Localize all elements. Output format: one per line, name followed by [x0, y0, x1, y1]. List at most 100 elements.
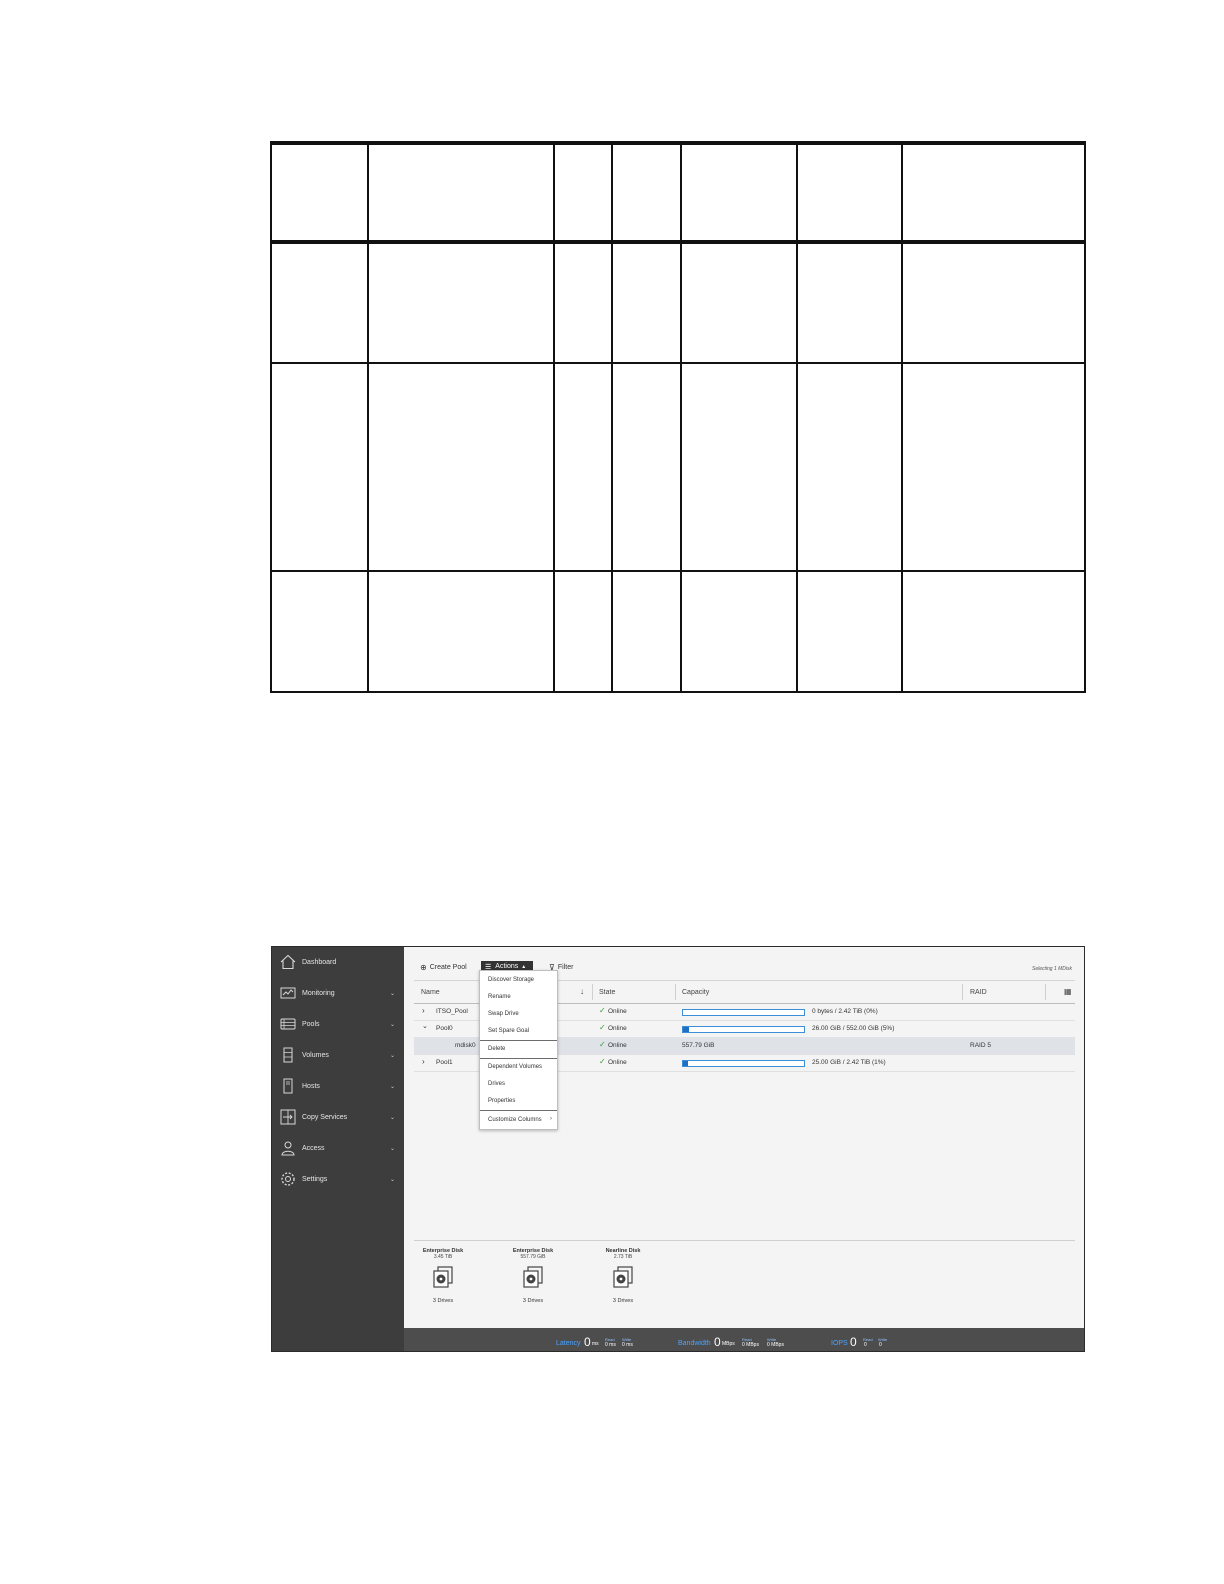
table-cell: [553, 362, 613, 572]
filter-label: Filter: [557, 963, 574, 971]
sidebar: Dashboard Monitoring ⌄ Pools ⌄ Volumes ⌄: [272, 947, 404, 1351]
chevron-right-icon[interactable]: ›: [422, 1057, 425, 1066]
table-cell: [680, 570, 798, 693]
chevron-down-icon[interactable]: ⌄: [390, 1114, 395, 1121]
table-cell: [553, 570, 613, 693]
row-state: Online: [608, 1042, 627, 1049]
table-cell: [367, 241, 555, 364]
menu-item-customize-columns[interactable]: Customize Columns: [488, 1117, 542, 1123]
table-cell: [796, 362, 903, 572]
selection-status: Selecting 1 MDisk: [1031, 966, 1072, 972]
disk-drive-icon: [523, 1266, 543, 1288]
row-state: Online: [608, 1008, 627, 1015]
latency-unit: ms: [592, 1341, 599, 1347]
sidebar-item-dashboard[interactable]: Dashboard: [272, 949, 404, 975]
capacity-bar: [682, 1060, 805, 1067]
latency-read: 0 ms: [605, 1342, 616, 1348]
sidebar-item-label: Volumes: [302, 1051, 329, 1059]
create-pool-button[interactable]: ⊕ Create Pool: [420, 961, 467, 973]
column-header-state[interactable]: State: [599, 989, 615, 996]
volumes-icon: [279, 1046, 297, 1064]
bandwidth-label[interactable]: Bandwidth: [678, 1340, 711, 1347]
create-pool-label: Create Pool: [429, 963, 467, 971]
iops-value: 0: [850, 1335, 857, 1349]
table-cell: [367, 362, 555, 572]
sidebar-item-monitoring[interactable]: Monitoring ⌄: [272, 980, 404, 1006]
column-divider: [1045, 984, 1046, 1000]
table-cell: [611, 241, 682, 364]
sidebar-item-hosts[interactable]: Hosts ⌄: [272, 1073, 404, 1099]
tier-capacity: 3.45 TiB: [433, 1254, 453, 1260]
capacity-bar: [682, 1026, 805, 1033]
actions-label: Actions: [495, 963, 519, 970]
capacity-bar-fill: [683, 1061, 688, 1066]
row-capacity: 25.00 GiB / 2.42 TiB (1%): [812, 1059, 886, 1066]
menu-item-dependent-volumes[interactable]: Dependent Volumes: [488, 1064, 542, 1070]
pools-icon: [279, 1015, 297, 1033]
table-cell: [270, 570, 369, 693]
chevron-down-icon[interactable]: ⌄: [390, 1145, 395, 1152]
check-icon: ✓: [599, 1023, 606, 1032]
row-name: ITSO_Pool: [436, 1008, 468, 1015]
sidebar-item-settings[interactable]: Settings ⌄: [272, 1166, 404, 1192]
menu-item-rename[interactable]: Rename: [488, 994, 511, 1000]
table-cell: [796, 570, 903, 693]
copy-services-icon: [279, 1108, 297, 1126]
tier-card[interactable]: Enterprise Disk 557.79 GiB 3 Drives: [503, 1248, 563, 1304]
row-state: Online: [608, 1025, 627, 1032]
sidebar-item-pools[interactable]: Pools ⌄: [272, 1011, 404, 1037]
chevron-down-icon[interactable]: ⌄: [390, 990, 395, 997]
chevron-right-icon: ›: [550, 1116, 552, 1122]
chevron-down-icon[interactable]: ⌄: [390, 1021, 395, 1028]
menu-item-set-spare-goal[interactable]: Set Spare Goal: [488, 1028, 529, 1034]
table-header-cell: [270, 141, 369, 244]
chevron-down-icon[interactable]: ⌄: [390, 1052, 395, 1059]
sort-down-icon[interactable]: ↓: [580, 987, 584, 996]
tier-card[interactable]: Nearline Disk 2.73 TiB 3 Drives: [593, 1248, 653, 1304]
table-cell: [553, 241, 613, 364]
table-row: [270, 362, 1086, 572]
row-name: Pool1: [436, 1059, 453, 1066]
column-settings-icon[interactable]: ▦: [1064, 987, 1072, 996]
menu-item-drives[interactable]: Drives: [488, 1081, 505, 1087]
sidebar-item-label: Monitoring: [302, 989, 335, 997]
menu-item-delete[interactable]: Delete: [488, 1046, 505, 1052]
tier-drive-count: 3 Drives: [432, 1298, 454, 1304]
column-header-name[interactable]: Name: [421, 989, 440, 996]
tiers-divider: [414, 1240, 1075, 1241]
performance-status-bar: Latency 0 ms Read 0 ms Write 0 ms Bandwi…: [404, 1328, 1084, 1351]
row-raid: RAID 5: [970, 1042, 991, 1049]
tier-capacity: 2.73 TiB: [613, 1254, 633, 1260]
table-cell: [901, 241, 1086, 364]
hosts-icon: [279, 1077, 297, 1095]
chevron-down-icon[interactable]: ⌄: [390, 1083, 395, 1090]
iops-label[interactable]: IOPS: [831, 1340, 848, 1347]
table-cell: [680, 241, 798, 364]
tier-drive-count: 3 Drives: [612, 1298, 634, 1304]
latency-label[interactable]: Latency: [556, 1340, 581, 1347]
row-capacity: 557.79 GiB: [682, 1042, 715, 1049]
check-icon: ✓: [599, 1057, 606, 1066]
column-header-capacity[interactable]: Capacity: [682, 989, 709, 996]
menu-divider: [480, 1110, 557, 1111]
caret-up-icon: ▲: [521, 963, 527, 970]
chevron-down-icon[interactable]: ⌄: [390, 1176, 395, 1183]
menu-item-discover-storage[interactable]: Discover Storage: [488, 977, 534, 983]
latency-value: 0: [584, 1335, 591, 1349]
menu-item-swap-drive[interactable]: Swap Drive: [488, 1011, 519, 1017]
column-divider: [675, 984, 676, 1000]
sidebar-item-access[interactable]: Access ⌄: [272, 1135, 404, 1161]
actions-menu: Discover Storage Rename Swap Drive Set S…: [479, 970, 558, 1130]
home-icon: [279, 953, 297, 971]
access-icon: [279, 1139, 297, 1157]
sidebar-item-copy-services[interactable]: Copy Services ⌄: [272, 1104, 404, 1130]
column-header-raid[interactable]: RAID: [970, 989, 987, 996]
menu-divider: [480, 1040, 557, 1041]
chevron-right-icon[interactable]: ›: [422, 1006, 425, 1015]
sidebar-item-volumes[interactable]: Volumes ⌄: [272, 1042, 404, 1068]
tier-card[interactable]: Enterprise Disk 3.45 TiB 3 Drives: [413, 1248, 473, 1304]
chevron-down-icon[interactable]: ⌄: [422, 1022, 428, 1030]
row-capacity: 0 bytes / 2.42 TiB (0%): [812, 1008, 878, 1015]
disk-drive-icon: [433, 1266, 453, 1288]
menu-item-properties[interactable]: Properties: [488, 1098, 515, 1104]
